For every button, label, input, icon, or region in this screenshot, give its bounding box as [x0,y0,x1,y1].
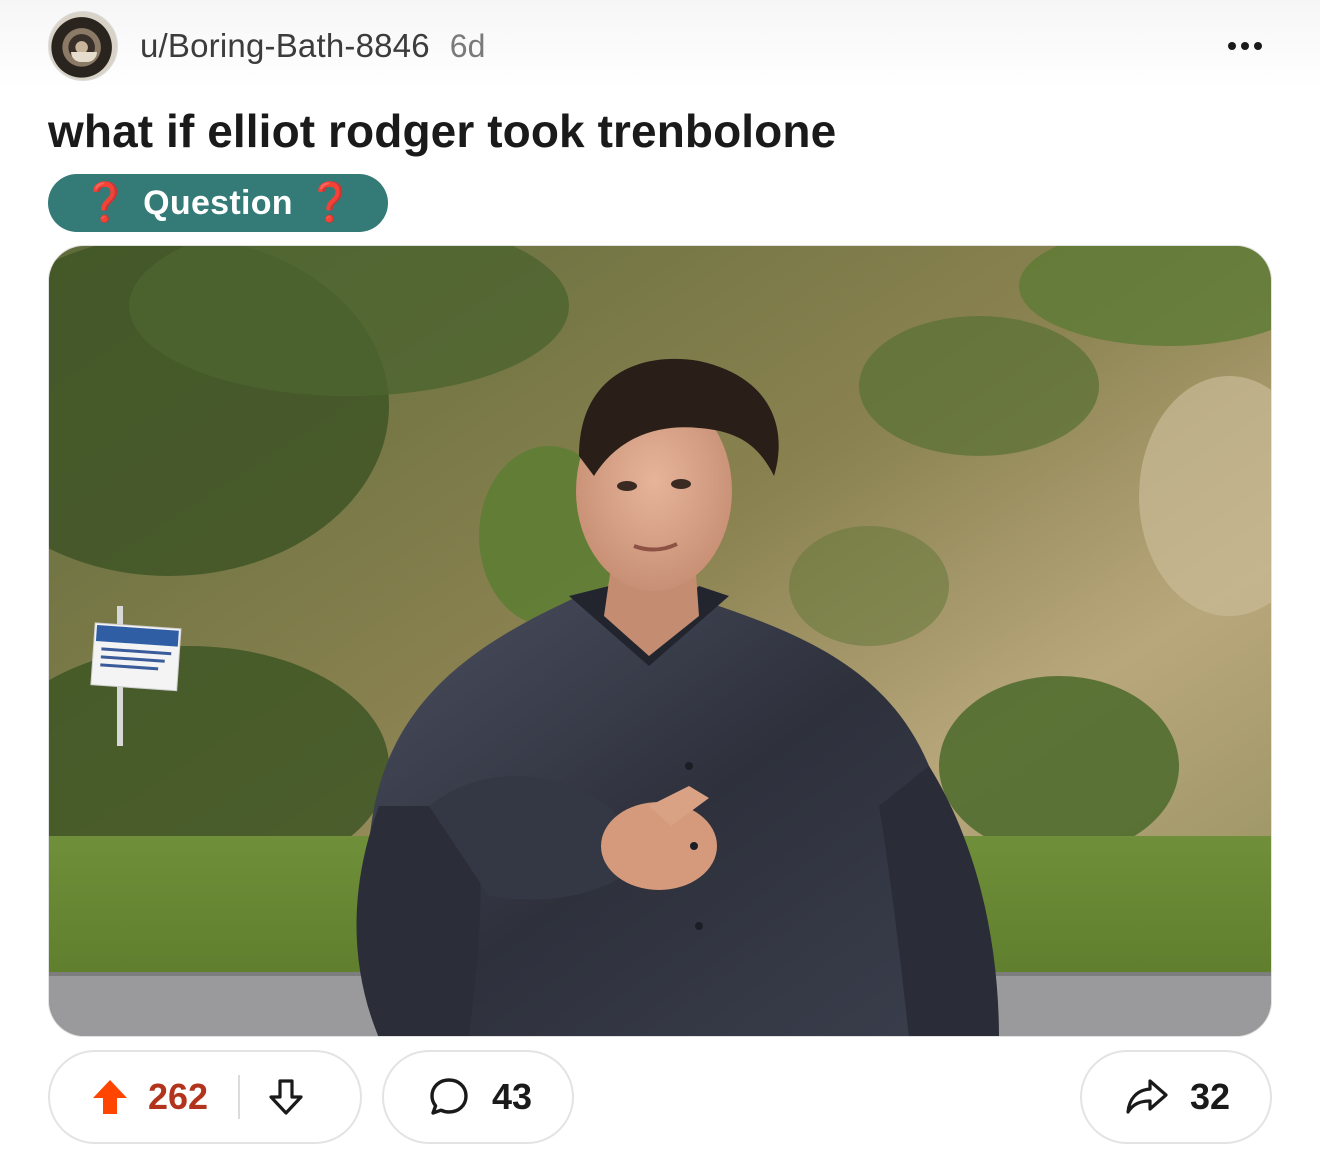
vote-control: 262 [48,1050,362,1144]
post-flair[interactable]: ❓ Question ❓ [48,174,388,232]
post-action-bar: 262 43 32 [48,1050,1272,1144]
comment-count: 43 [491,1076,533,1117]
flair-label: Question [143,183,293,222]
user-avatar[interactable] [48,11,118,81]
post-title[interactable]: what if elliot rodger took trenbolone [48,104,836,158]
post-age: 6d [449,27,486,64]
question-mark-icon: ❓ [306,182,355,224]
share-button[interactable]: 32 [1080,1050,1272,1144]
post-header: u/Boring-Bath-8846 6d [48,10,1272,82]
reddit-post: u/Boring-Bath-8846 6d what if elliot rod… [0,0,1320,1150]
post-image-photo [49,246,1271,1036]
comments-button[interactable]: 43 [382,1050,574,1144]
vote-count: 262 [148,1076,209,1117]
question-mark-icon: ❓ [81,182,130,224]
upvote-arrow-icon[interactable] [86,1073,134,1121]
share-count: 32 [1189,1076,1231,1117]
author-username[interactable]: u/Boring-Bath-8846 [140,27,430,65]
more-options-icon[interactable] [1218,28,1272,64]
share-arrow-icon [1122,1072,1172,1122]
vote-divider [238,1075,241,1119]
comment-bubble-icon [424,1072,474,1122]
post-image[interactable] [48,245,1272,1037]
downvote-arrow-icon[interactable] [262,1073,310,1121]
